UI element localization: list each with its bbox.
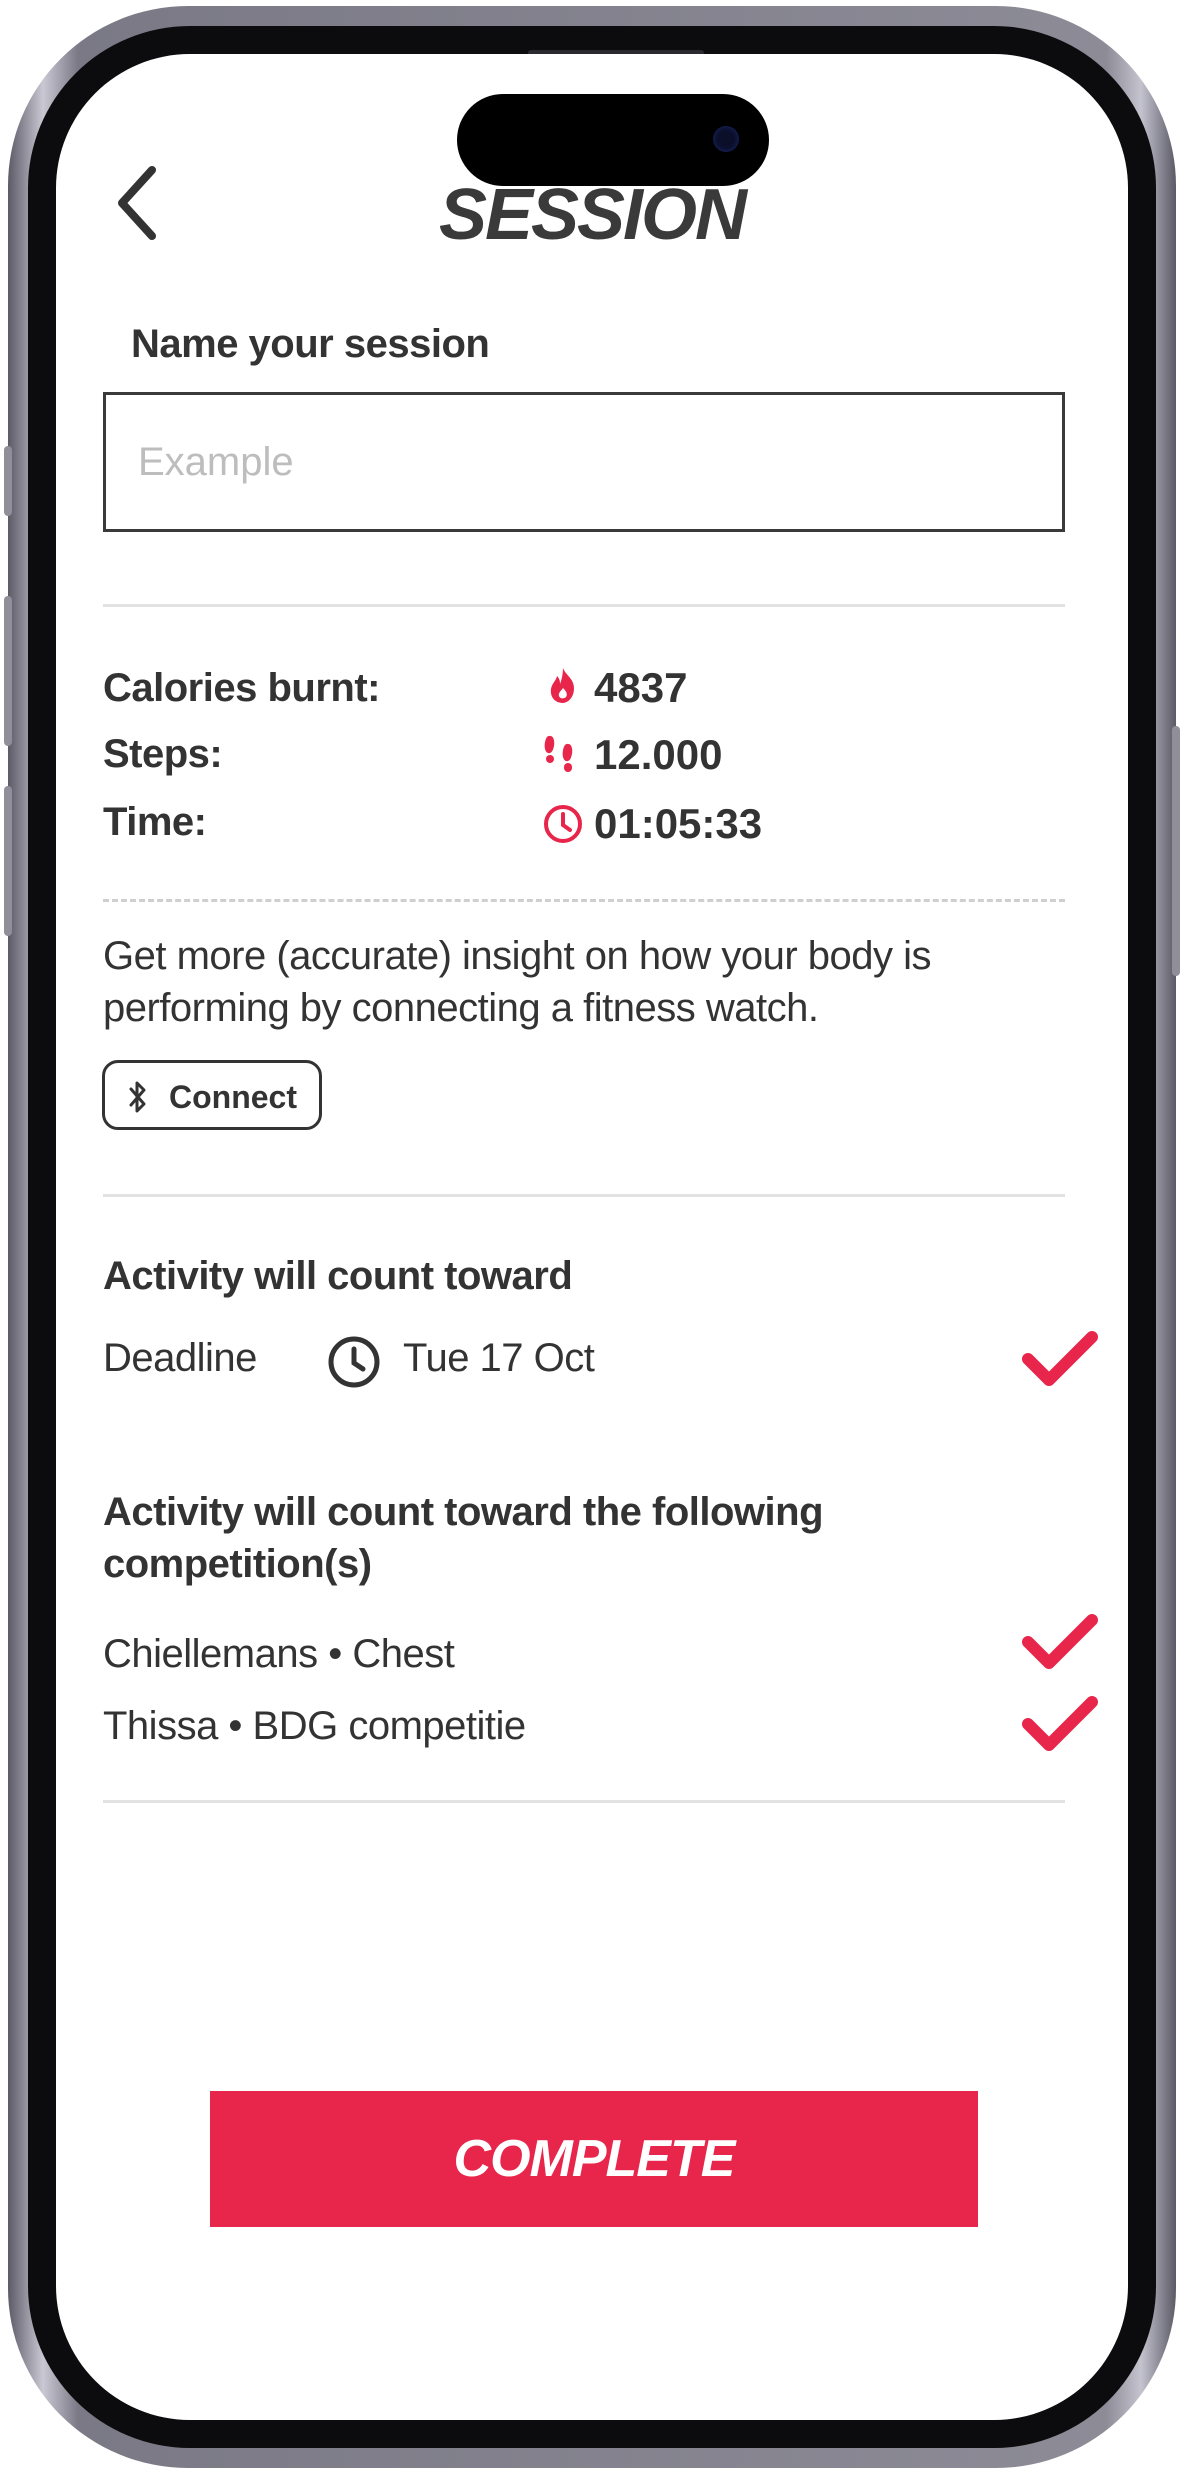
bezel: SESSION Name your session Calories burnt…: [28, 26, 1156, 2448]
clock-icon: [544, 805, 582, 843]
session-name-input[interactable]: [103, 392, 1065, 532]
competition-1-checkmark-icon[interactable]: [1022, 1694, 1098, 1756]
deadline-checkmark-icon[interactable]: [1022, 1329, 1098, 1391]
calories-label: Calories burnt:: [103, 666, 380, 710]
volume-down-button: [4, 786, 12, 936]
page-title: SESSION: [438, 175, 747, 255]
competitions-section-title: Activity will count toward the following…: [103, 1490, 824, 1586]
divider: [103, 604, 1065, 607]
deadline-section-title: Activity will count toward: [103, 1254, 573, 1298]
dynamic-island: [457, 94, 769, 186]
deadline-date: Tue 17 Oct: [403, 1336, 595, 1380]
screen: SESSION Name your session Calories burnt…: [56, 54, 1128, 2420]
watch-info-text: Get more (accurate) insight on how your …: [103, 934, 932, 1030]
connect-label: Connect: [169, 1079, 297, 1115]
complete-button[interactable]: COMPLETE: [210, 2091, 978, 2227]
power-button: [1172, 726, 1180, 976]
flame-icon: [550, 668, 574, 703]
volume-up-button: [4, 596, 12, 746]
connect-button[interactable]: Connect: [102, 1060, 322, 1130]
steps-value: 12.000: [594, 731, 723, 778]
competition-0-checkmark-icon[interactable]: [1022, 1612, 1098, 1674]
time-value: 01:05:33: [594, 800, 763, 847]
time-label: Time:: [103, 800, 207, 844]
mute-switch: [4, 446, 12, 516]
footsteps-icon: [544, 735, 573, 772]
competition-item-0: Chiellemans • Chest: [103, 1632, 455, 1676]
phone-frame: SESSION Name your session Calories burnt…: [4, 6, 1180, 2468]
bluetooth-icon: [129, 1081, 146, 1113]
steps-label: Steps:: [103, 732, 223, 776]
dashed-divider: [103, 899, 1065, 902]
session-name-label: Name your session: [131, 322, 490, 366]
calories-value: 4837: [594, 664, 688, 711]
deadline-label: Deadline: [103, 1336, 257, 1380]
divider: [103, 1194, 1065, 1197]
divider: [103, 1800, 1065, 1803]
clock-icon: [328, 1336, 380, 1388]
camera-lens: [713, 126, 739, 152]
competition-item-1: Thissa • BDG competitie: [103, 1704, 526, 1748]
